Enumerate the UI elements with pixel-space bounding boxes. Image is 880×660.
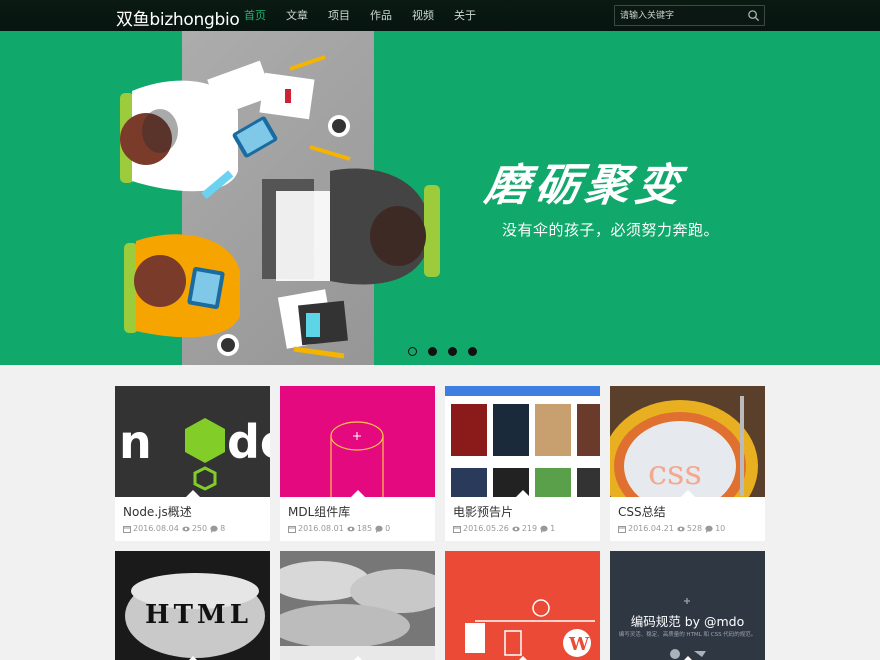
article-card[interactable]: 电影预告片 2016.05.26 219 1 <box>445 386 600 541</box>
top-navbar: 双鱼bizhongbio 首页 文章 项目 作品 视频 关于 <box>0 0 880 31</box>
card-title[interactable]: CSS总结 <box>618 503 666 520</box>
card-comments: 1 <box>550 524 556 533</box>
cylinder-icon <box>330 421 384 497</box>
card-thumbnail <box>280 551 435 660</box>
fist-photo-thumbnail: HTML <box>125 573 265 658</box>
card-views: 528 <box>686 524 703 533</box>
mdo-subtitle: 编写灵活、稳定、高质量的 HTML 和 CSS 代码的规范。 <box>618 632 757 638</box>
calendar-icon <box>288 525 296 533</box>
card-thumbnail: 编码规范 by @mdo 编写灵活、稳定、高质量的 HTML 和 CSS 代码的… <box>610 551 765 660</box>
card-meta: 2016.08.01 185 0 <box>288 524 393 533</box>
lab-wordpress-thumbnail: W <box>465 599 595 657</box>
svg-text:de: de <box>227 415 270 469</box>
search-box <box>614 5 765 26</box>
card-title[interactable]: 电影预告片 <box>453 503 513 520</box>
movie-posters-thumbnail <box>445 386 600 497</box>
card-title[interactable]: Node.js概述 <box>123 503 192 520</box>
carousel-dot-2[interactable] <box>428 347 437 356</box>
hero-carousel: 磨砺聚变 没有伞的孩子，必须努力奔跑。 <box>0 31 880 365</box>
card-thumbnail: W <box>445 551 600 660</box>
nav-item-videos[interactable]: 视频 <box>412 0 434 31</box>
carousel-dot-3[interactable] <box>448 347 457 356</box>
people-working-illustration <box>120 55 440 359</box>
card-thumbnail <box>280 386 435 497</box>
card-views: 219 <box>521 524 538 533</box>
card-views: 185 <box>356 524 373 533</box>
search-icon[interactable] <box>747 9 760 22</box>
article-card[interactable]: MDL组件库 2016.08.01 185 0 <box>280 386 435 541</box>
eye-icon <box>512 526 520 531</box>
card-comments: 0 <box>385 524 391 533</box>
card-title[interactable]: MDL组件库 <box>288 503 350 520</box>
card-thumbnail: HTML <box>115 551 270 660</box>
eye-icon <box>677 526 685 531</box>
mdo-title: 编码规范 by @mdo <box>630 614 745 629</box>
nav-item-home[interactable]: 首页 <box>244 0 266 31</box>
article-card[interactable]: 编码规范 by @mdo 编写灵活、稳定、高质量的 HTML 和 CSS 代码的… <box>610 551 765 660</box>
article-card[interactable]: n de Node.js概述 2016.08.04 250 8 <box>115 386 270 541</box>
svg-text:n: n <box>119 415 152 469</box>
carousel-dot-1[interactable] <box>408 347 417 356</box>
comment-icon <box>705 525 713 533</box>
card-date: 2016.04.21 <box>628 524 674 533</box>
search-input[interactable] <box>620 8 745 23</box>
calendar-icon <box>123 525 131 533</box>
svg-text:W: W <box>568 634 590 655</box>
card-date: 2016.08.01 <box>298 524 344 533</box>
card-views: 250 <box>191 524 208 533</box>
html-tattoo-text: HTML <box>145 600 252 630</box>
svg-text:css: css <box>648 453 702 493</box>
card-date: 2016.08.04 <box>133 524 179 533</box>
carousel-dot-4[interactable] <box>468 347 477 356</box>
card-meta: 2016.05.26 219 1 <box>453 524 558 533</box>
comment-icon <box>540 525 548 533</box>
calendar-icon <box>453 525 461 533</box>
github-icon <box>670 649 680 659</box>
comment-icon <box>375 525 383 533</box>
card-meta: 2016.08.04 250 8 <box>123 524 228 533</box>
comment-icon <box>210 525 218 533</box>
article-card[interactable]: W <box>445 551 600 660</box>
card-meta: 2016.04.21 528 10 <box>618 524 728 533</box>
nav-item-projects[interactable]: 项目 <box>328 0 350 31</box>
site-logo[interactable]: 双鱼bizhongbio <box>116 5 240 30</box>
article-card[interactable]: HTML <box>115 551 270 660</box>
carousel-indicators <box>408 347 477 356</box>
code-icon <box>684 598 690 604</box>
nav-item-about[interactable]: 关于 <box>454 0 476 31</box>
nav-item-works[interactable]: 作品 <box>370 0 392 31</box>
card-comments: 8 <box>220 524 226 533</box>
plate-photo-thumbnail: css <box>610 396 758 497</box>
hero-headline: 磨砺聚变 <box>481 160 689 211</box>
twitter-icon <box>694 651 706 657</box>
article-card[interactable]: css CSS总结 2016.04.21 528 10 <box>610 386 765 541</box>
card-thumbnail: n de <box>115 386 270 497</box>
hero-subtitle: 没有伞的孩子，必须努力奔跑。 <box>502 221 720 239</box>
main-menu: 首页 文章 项目 作品 视频 关于 <box>244 0 496 31</box>
article-card[interactable] <box>280 551 435 660</box>
card-thumbnail: css <box>610 386 765 497</box>
nav-item-articles[interactable]: 文章 <box>286 0 308 31</box>
nodejs-logo-icon: n de <box>119 415 270 491</box>
eye-icon <box>347 526 355 531</box>
card-thumbnail <box>445 386 600 497</box>
card-date: 2016.05.26 <box>463 524 509 533</box>
eye-icon <box>182 526 190 531</box>
card-comments: 10 <box>715 524 726 533</box>
calendar-icon <box>618 525 626 533</box>
snow-hedge-photo-thumbnail <box>280 551 435 660</box>
